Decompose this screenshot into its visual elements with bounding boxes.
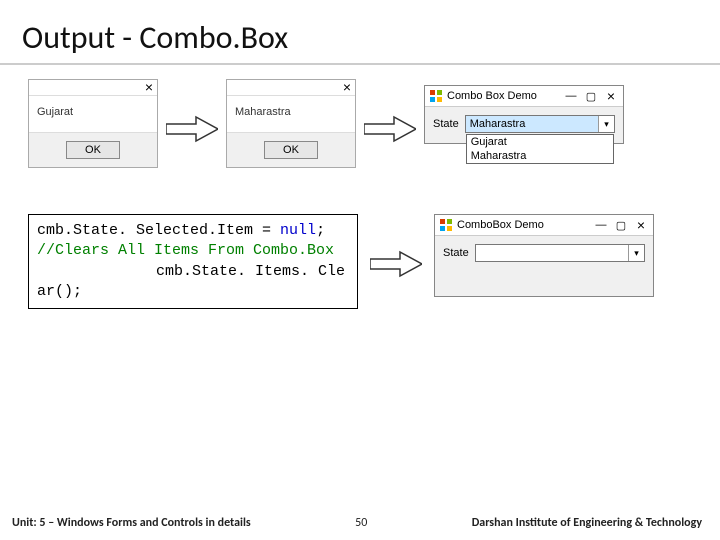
state-combobox[interactable]: Maharastra ▾ Gujarat Maharastra bbox=[465, 115, 615, 133]
code-text: ; bbox=[316, 222, 325, 239]
msgbox-buttons: OK bbox=[29, 133, 157, 167]
messagebox-gujarat: × Gujarat OK bbox=[28, 79, 158, 168]
arrow-icon bbox=[364, 115, 416, 143]
combobox-option-maharastra[interactable]: Maharastra bbox=[467, 149, 613, 163]
close-icon[interactable]: × bbox=[603, 91, 619, 102]
footer-unit: Unit: 5 – Windows Forms and Controls in … bbox=[12, 516, 251, 530]
arrow-icon bbox=[370, 250, 422, 278]
code-text: cmb.State. Selected.Item = bbox=[37, 222, 280, 239]
chevron-down-icon[interactable]: ▾ bbox=[628, 245, 644, 261]
footer-institute: Darshan Institute of Engineering & Techn… bbox=[472, 516, 702, 530]
minimize-icon[interactable]: — bbox=[593, 219, 609, 231]
window-title: ComboBox Demo bbox=[457, 219, 589, 231]
close-icon[interactable]: × bbox=[145, 82, 153, 93]
msgbox-buttons: OK bbox=[227, 133, 355, 167]
messagebox-maharastra: × Maharastra OK bbox=[226, 79, 356, 168]
footer-page-number: 50 bbox=[251, 516, 472, 530]
ok-button[interactable]: OK bbox=[66, 141, 120, 159]
form-body: State Maharastra ▾ Gujarat Maharastra bbox=[425, 107, 623, 143]
combobox-option-gujarat[interactable]: Gujarat bbox=[467, 135, 613, 149]
msgbox-titlebar: × bbox=[29, 80, 157, 96]
state-combobox[interactable]: ▾ bbox=[475, 244, 645, 262]
code-text: ar(); bbox=[37, 282, 349, 302]
code-text: cmb.State. Items. Cle bbox=[37, 262, 349, 282]
close-icon[interactable]: × bbox=[633, 220, 649, 231]
combobox-selected: Maharastra bbox=[466, 116, 598, 132]
window-titlebar: Combo Box Demo — ▢ × bbox=[425, 86, 623, 107]
maximize-icon[interactable]: ▢ bbox=[583, 90, 599, 103]
code-keyword: null bbox=[280, 222, 316, 239]
app-icon bbox=[439, 218, 453, 232]
chevron-down-icon[interactable]: ▾ bbox=[598, 116, 614, 132]
top-row: × Gujarat OK × Maharastra OK bbox=[28, 79, 692, 168]
close-icon[interactable]: × bbox=[343, 82, 351, 93]
bottom-row: cmb.State. Selected.Item = null; //Clear… bbox=[28, 214, 692, 309]
msgbox-text: Maharastra bbox=[227, 96, 355, 133]
window-title: Combo Box Demo bbox=[447, 90, 559, 102]
msgbox-text: Gujarat bbox=[29, 96, 157, 133]
arrow-icon bbox=[166, 115, 218, 143]
content-area: × Gujarat OK × Maharastra OK bbox=[0, 65, 720, 323]
slide-title: Output - Combo.Box bbox=[0, 0, 720, 65]
combobox-dropdown: Gujarat Maharastra bbox=[466, 134, 614, 164]
form-body: State ▾ bbox=[435, 236, 653, 296]
combobox-form-dropdown: Combo Box Demo — ▢ × State Maharastra ▾ … bbox=[424, 85, 624, 144]
msgbox-titlebar: × bbox=[227, 80, 355, 96]
slide-footer: Unit: 5 – Windows Forms and Controls in … bbox=[0, 508, 720, 540]
ok-button[interactable]: OK bbox=[264, 141, 318, 159]
state-label: State bbox=[433, 118, 459, 130]
code-snippet: cmb.State. Selected.Item = null; //Clear… bbox=[28, 214, 358, 309]
minimize-icon[interactable]: — bbox=[563, 90, 579, 102]
state-label: State bbox=[443, 247, 469, 259]
code-comment: //Clears All Items From Combo.Box bbox=[37, 241, 349, 261]
combobox-form-cleared: ComboBox Demo — ▢ × State ▾ bbox=[434, 214, 654, 297]
app-icon bbox=[429, 89, 443, 103]
maximize-icon[interactable]: ▢ bbox=[613, 219, 629, 232]
window-titlebar: ComboBox Demo — ▢ × bbox=[435, 215, 653, 236]
